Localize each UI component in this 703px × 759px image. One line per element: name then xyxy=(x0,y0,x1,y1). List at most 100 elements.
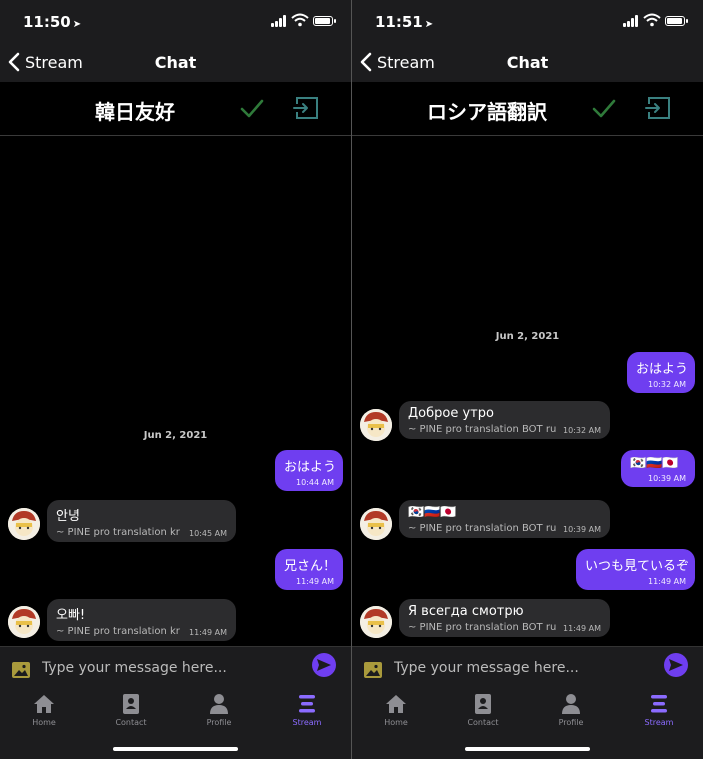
avatar-image xyxy=(360,606,392,638)
avatar-image xyxy=(360,409,392,441)
tab-home[interactable]: Home xyxy=(361,694,431,727)
message-time: 10:32 AM xyxy=(563,426,601,435)
battery-icon xyxy=(313,16,336,26)
message-text: おはよう xyxy=(636,362,689,377)
chat-screen-right: 11:51 ➤ Stream Chat ロシア語翻訳 Jun 2, 2021 おは… xyxy=(352,0,703,759)
message-sender: ~ PINE pro translation BOT ru xyxy=(408,523,557,534)
tab-label: Contact xyxy=(467,718,499,727)
send-button[interactable] xyxy=(664,653,688,677)
message-time: 10:44 AM xyxy=(296,478,334,487)
contact-icon xyxy=(123,694,139,714)
room-name: ロシア語翻訳 xyxy=(427,100,547,124)
avatar-image xyxy=(360,508,392,540)
exit-room-icon[interactable] xyxy=(292,96,320,122)
tab-label: Stream xyxy=(644,718,674,727)
back-label: Stream xyxy=(377,52,435,72)
avatar[interactable] xyxy=(360,508,392,540)
profile-icon xyxy=(562,694,580,714)
home-indicator[interactable] xyxy=(113,747,238,751)
avatar[interactable] xyxy=(8,508,40,540)
message-text: 🇰🇷🇷🇺🇯🇵 xyxy=(408,505,457,520)
message-input[interactable] xyxy=(392,655,654,681)
tab-label: Contact xyxy=(115,718,147,727)
tab-contact[interactable]: Contact xyxy=(96,694,166,727)
image-picker-icon[interactable] xyxy=(364,662,382,678)
avatar-image xyxy=(8,606,40,638)
back-button[interactable]: Stream xyxy=(360,50,435,74)
status-time: 11:51 ➤ xyxy=(375,13,434,31)
message-text: おはよう xyxy=(284,460,337,475)
date-separator: Jun 2, 2021 xyxy=(495,331,560,342)
message-text: Доброе утро xyxy=(408,406,494,421)
outgoing-message[interactable]: いつも見ているぞ 11:49 AM xyxy=(576,549,695,590)
message-sender: ~ PINE pro translation BOT ru xyxy=(408,424,557,435)
navigation-bar: Stream Chat xyxy=(0,44,351,82)
tab-home[interactable]: Home xyxy=(9,694,79,727)
chat-screen-left: 11:50 ➤ Stream Chat 韓日友好 Jun 2, 2021 おはよう… xyxy=(0,0,351,759)
tab-stream[interactable]: Stream xyxy=(624,694,694,727)
message-text: 오빠! xyxy=(56,608,86,623)
message-sender: ~ PINE pro translation kr xyxy=(56,626,180,637)
tab-label: Profile xyxy=(558,718,584,727)
location-arrow-icon: ➤ xyxy=(72,19,82,30)
chevron-left-icon xyxy=(8,52,20,72)
wifi-icon xyxy=(291,13,309,27)
incoming-message[interactable]: Я всегда смотрю ~ PINE pro translation B… xyxy=(399,599,610,637)
room-name: 韓日友好 xyxy=(95,100,175,124)
outgoing-message[interactable]: 兄さん！ 11:49 AM xyxy=(275,549,343,590)
incoming-message[interactable]: 안녕 ~ PINE pro translation kr 10:45 AM xyxy=(47,500,236,542)
message-time: 10:45 AM xyxy=(189,529,227,538)
send-button[interactable] xyxy=(312,653,336,677)
message-input[interactable] xyxy=(40,655,302,681)
tab-stream[interactable]: Stream xyxy=(272,694,342,727)
status-bar: 11:50 ➤ xyxy=(0,0,351,44)
battery-icon xyxy=(665,16,688,26)
date-separator: Jun 2, 2021 xyxy=(143,430,208,441)
message-text: Я всегда смотрю xyxy=(408,604,524,619)
home-icon xyxy=(386,695,406,713)
tab-label: Stream xyxy=(292,718,322,727)
message-input-bar xyxy=(352,646,703,688)
message-input-bar xyxy=(0,646,351,688)
incoming-message[interactable]: Доброе утро ~ PINE pro translation BOT r… xyxy=(399,401,610,439)
home-indicator[interactable] xyxy=(465,747,590,751)
tab-label: Home xyxy=(32,718,56,727)
message-time: 11:49 AM xyxy=(296,577,334,586)
location-arrow-icon: ➤ xyxy=(424,19,434,30)
tab-label: Home xyxy=(384,718,408,727)
stream-icon xyxy=(299,695,315,713)
avatar[interactable] xyxy=(360,606,392,638)
message-time: 10:39 AM xyxy=(648,474,686,483)
avatar[interactable] xyxy=(8,606,40,638)
wifi-icon xyxy=(643,13,661,27)
navigation-bar: Stream Chat xyxy=(352,44,703,82)
message-sender: ~ PINE pro translation kr xyxy=(56,527,180,538)
tab-profile[interactable]: Profile xyxy=(184,694,254,727)
send-icon xyxy=(317,659,331,671)
back-button[interactable]: Stream xyxy=(8,50,83,74)
outgoing-message[interactable]: おはよう 10:32 AM xyxy=(627,352,695,393)
cellular-signal-icon xyxy=(623,15,641,27)
cellular-signal-icon xyxy=(271,15,289,27)
tab-profile[interactable]: Profile xyxy=(536,694,606,727)
chevron-left-icon xyxy=(360,52,372,72)
outgoing-message[interactable]: 🇰🇷🇷🇺🇯🇵 10:39 AM xyxy=(621,450,695,487)
outgoing-message[interactable]: おはよう 10:44 AM xyxy=(275,450,343,491)
tab-contact[interactable]: Contact xyxy=(448,694,518,727)
send-icon xyxy=(669,659,683,671)
incoming-message[interactable]: 오빠! ~ PINE pro translation kr 11:49 AM xyxy=(47,599,236,641)
exit-room-icon[interactable] xyxy=(644,96,672,122)
message-text: 兄さん！ xyxy=(284,559,337,574)
home-icon xyxy=(34,695,54,713)
image-picker-icon[interactable] xyxy=(12,662,30,678)
message-time: 10:32 AM xyxy=(648,380,686,389)
check-icon[interactable] xyxy=(590,96,618,122)
incoming-message[interactable]: 🇰🇷🇷🇺🇯🇵 ~ PINE pro translation BOT ru 10:3… xyxy=(399,500,610,538)
message-time: 11:49 AM xyxy=(189,628,227,637)
message-text: いつも見ているぞ xyxy=(585,559,690,574)
message-time: 11:49 AM xyxy=(563,624,601,633)
check-icon[interactable] xyxy=(238,96,266,122)
stream-icon xyxy=(651,695,667,713)
contact-icon xyxy=(475,694,491,714)
avatar[interactable] xyxy=(360,409,392,441)
